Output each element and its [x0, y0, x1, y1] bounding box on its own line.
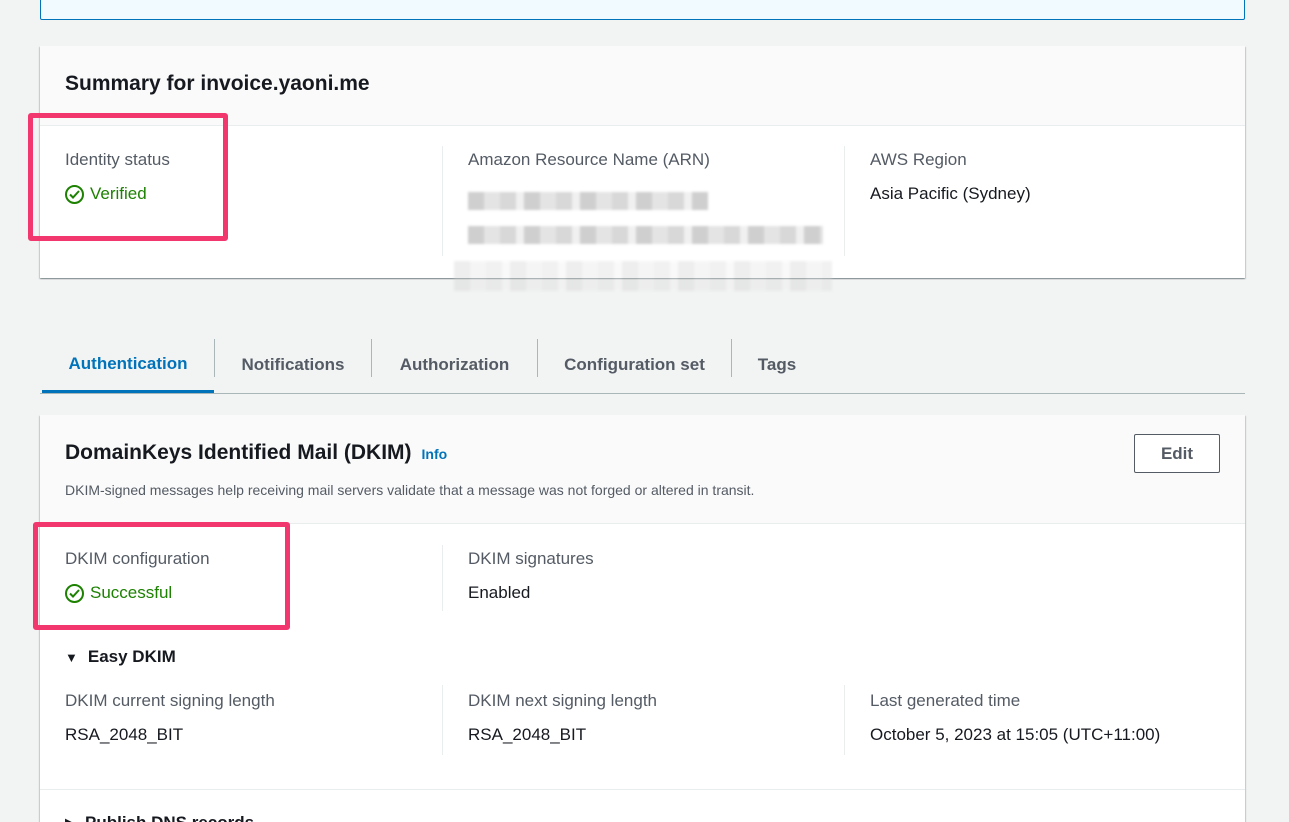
- summary-header: Summary for invoice.yaoni.me: [40, 46, 1245, 126]
- identity-status-field: Identity status Verified: [65, 150, 170, 204]
- publish-dns-label: Publish DNS records: [85, 813, 254, 822]
- dkim-signatures-label: DKIM signatures: [468, 549, 594, 568]
- region-label: AWS Region: [870, 150, 967, 169]
- arn-redacted-line-3: [454, 261, 832, 291]
- identity-status-value: Verified: [65, 184, 170, 204]
- dkim-configuration-field: DKIM configuration Successful: [65, 549, 210, 603]
- arn-field: Amazon Resource Name (ARN): [468, 150, 710, 170]
- next-signing-length-field: DKIM next signing length RSA_2048_BIT: [468, 691, 657, 745]
- tab-authentication[interactable]: Authentication: [42, 337, 214, 393]
- dkim-title: DomainKeys Identified Mail (DKIM): [65, 441, 412, 464]
- check-circle-icon: [65, 583, 84, 603]
- last-generated-value: October 5, 2023 at 15:05 (UTC+11:00): [870, 725, 1161, 744]
- column-divider: [442, 685, 443, 755]
- easy-dkim-toggle[interactable]: ▼ Easy DKIM: [65, 647, 176, 667]
- column-divider: [844, 146, 845, 256]
- identity-status-text: Verified: [90, 184, 147, 203]
- dkim-configuration-value: Successful: [65, 583, 210, 603]
- tab-configuration-set[interactable]: Configuration set: [538, 337, 731, 393]
- last-generated-label: Last generated time: [870, 691, 1021, 710]
- dkim-configuration-label: DKIM configuration: [65, 549, 210, 568]
- section-divider: [40, 789, 1245, 790]
- region-field: AWS Region Asia Pacific (Sydney): [870, 150, 1031, 204]
- arn-label: Amazon Resource Name (ARN): [468, 150, 710, 169]
- summary-card: Summary for invoice.yaoni.me Identity st…: [40, 46, 1245, 291]
- current-signing-length-field: DKIM current signing length RSA_2048_BIT: [65, 691, 275, 745]
- tab-bar: Authentication Notifications Authorizati…: [40, 337, 1245, 394]
- current-signing-length-value: RSA_2048_BIT: [65, 725, 184, 744]
- tab-notifications[interactable]: Notifications: [215, 337, 371, 393]
- dkim-configuration-text: Successful: [90, 583, 173, 602]
- dkim-description: DKIM-signed messages help receiving mail…: [65, 482, 755, 498]
- region-value: Asia Pacific (Sydney): [870, 184, 1031, 203]
- column-divider: [442, 545, 443, 611]
- next-signing-length-label: DKIM next signing length: [468, 691, 657, 710]
- check-circle-icon: [65, 184, 84, 204]
- tab-authorization[interactable]: Authorization: [372, 337, 537, 393]
- arn-redacted-line-1: [468, 192, 708, 210]
- column-divider: [442, 146, 443, 256]
- info-banner: [40, 0, 1245, 20]
- dkim-signatures-field: DKIM signatures Enabled: [468, 549, 594, 603]
- summary-title: Summary for invoice.yaoni.me: [65, 72, 370, 95]
- easy-dkim-label: Easy DKIM: [87, 647, 176, 666]
- publish-dns-toggle[interactable]: ▶ Publish DNS records: [65, 813, 254, 822]
- dkim-header: DomainKeys Identified Mail (DKIM) Info D…: [40, 415, 1245, 524]
- arn-redacted-line-2: [468, 226, 823, 244]
- current-signing-length-label: DKIM current signing length: [65, 691, 275, 710]
- caret-down-icon: ▼: [65, 649, 78, 665]
- edit-button[interactable]: Edit: [1134, 434, 1220, 473]
- last-generated-field: Last generated time October 5, 2023 at 1…: [870, 691, 1160, 745]
- tab-tags[interactable]: Tags: [732, 337, 822, 393]
- caret-right-icon: ▶: [65, 815, 75, 822]
- dkim-signatures-value: Enabled: [468, 583, 531, 602]
- dkim-title-row: DomainKeys Identified Mail (DKIM) Info: [65, 441, 447, 465]
- info-link[interactable]: Info: [422, 446, 448, 462]
- next-signing-length-value: RSA_2048_BIT: [468, 725, 587, 744]
- dkim-card: DomainKeys Identified Mail (DKIM) Info D…: [40, 415, 1245, 822]
- column-divider: [844, 685, 845, 755]
- identity-status-label: Identity status: [65, 150, 170, 169]
